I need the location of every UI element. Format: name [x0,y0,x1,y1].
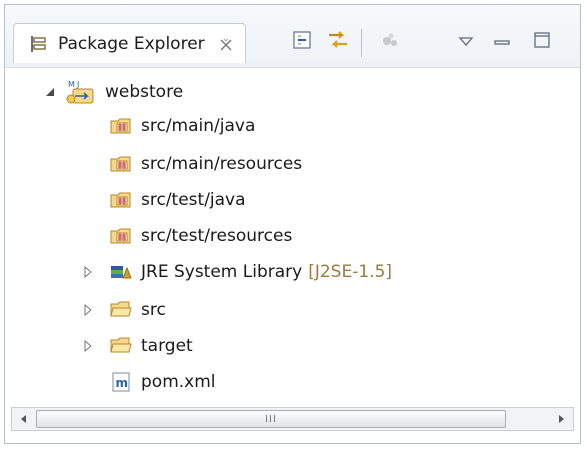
tree-label: src/main/resources [141,153,303,174]
collapse-all-button[interactable] [287,27,317,57]
maximize-icon [533,31,551,53]
tree-item-src[interactable]: src [81,293,166,326]
horizontal-scrollbar[interactable]: III [11,407,574,431]
view-menu-icon [458,33,474,52]
folder-icon [109,299,133,321]
tree-item-pom-xml[interactable]: m pom.xml [109,365,216,398]
tab-title: Package Explorer [58,33,205,54]
collapsed-arrow-icon[interactable] [81,265,95,279]
collapsed-arrow-icon[interactable] [81,339,95,353]
library-decoration: [J2SE-1.5] [308,261,393,282]
maven-project-icon: M J [65,78,97,106]
svg-text:J: J [76,80,79,89]
expanded-arrow-icon[interactable] [43,85,57,99]
maximize-button[interactable] [527,27,557,57]
scroll-right-button[interactable] [551,408,573,430]
tree-item-src-main-resources[interactable]: src/main/resources [109,147,302,180]
source-folder-icon [109,189,133,211]
tree-label: JRE System Library [141,261,303,282]
link-with-editor-button[interactable] [323,27,353,57]
tree-item-jre-system-library[interactable]: JRE System Library [J2SE-1.5] [81,255,392,288]
tree-item-src-main-java[interactable]: src/main/java [109,109,255,142]
tree-item-target[interactable]: target [81,329,193,362]
tree-item-webstore[interactable]: M J webstore [43,75,183,108]
package-explorer-view: Package Explorer M J webstore src/main/j… [4,4,581,444]
view-toolbar: Package Explorer [5,5,580,68]
minimize-button[interactable] [487,27,517,57]
collapse-all-icon [292,30,312,54]
tree-label: src/test/resources [141,225,293,246]
svg-text:m: m [116,376,129,390]
tree-label: src/test/java [141,189,246,210]
tree-label: src/main/java [141,115,256,136]
toolbar-separator [361,29,362,57]
library-icon [109,261,133,283]
tree-item-src-test-resources[interactable]: src/test/resources [109,219,292,252]
scroll-left-button[interactable] [12,408,34,430]
minimize-icon [493,33,511,52]
project-tree: M J webstore src/main/java src/main/reso… [5,67,580,399]
focus-active-task-button[interactable] [375,27,405,57]
package-explorer-icon [26,33,50,55]
close-icon[interactable] [219,37,233,51]
tab-package-explorer[interactable]: Package Explorer [13,23,246,63]
maven-file-icon: m [109,371,133,393]
tree-item-src-test-java[interactable]: src/test/java [109,183,246,216]
scrollbar-thumb[interactable]: III [36,410,506,428]
source-folder-icon [109,225,133,247]
scrollbar-grip: III [265,413,277,425]
tree-label: src [141,299,166,320]
tree-label: pom.xml [141,371,216,392]
tree-label: webstore [105,81,184,102]
focus-on-active-task-icon [379,29,401,55]
folder-icon [109,335,133,357]
source-folder-icon [109,115,133,137]
link-with-editor-icon [326,28,350,56]
view-menu-button[interactable] [451,27,481,57]
source-folder-icon [109,153,133,175]
svg-text:M: M [68,80,75,89]
tree-label: target [141,335,193,356]
collapsed-arrow-icon[interactable] [81,303,95,317]
